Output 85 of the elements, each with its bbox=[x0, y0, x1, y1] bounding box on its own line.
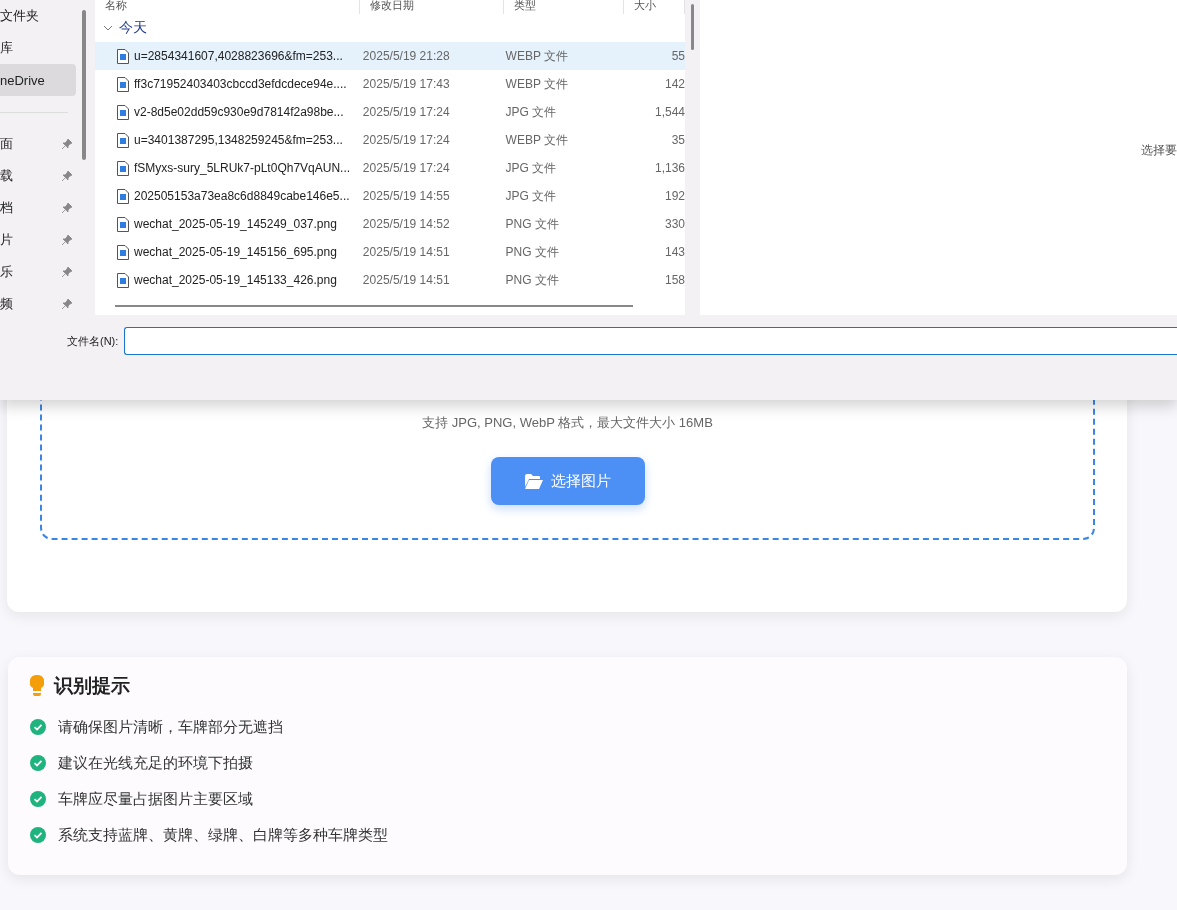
check-circle-icon bbox=[30, 755, 46, 771]
file-row[interactable]: v2-8d5e02dd59c930e9d7814f2a98be... 2025/5/19 17:24 JPG 文件 1,544 bbox=[95, 98, 685, 126]
file-type: WEBP 文件 bbox=[505, 47, 570, 65]
file-type: JPG 文件 bbox=[505, 187, 558, 205]
folder-icon bbox=[524, 473, 543, 489]
file-name: wechat_2025-05-19_145156_695.png bbox=[134, 245, 337, 259]
file-type: WEBP 文件 bbox=[505, 75, 570, 93]
filename-field[interactable] bbox=[124, 327, 1177, 355]
file-name: wechat_2025-05-19_145133_426.png bbox=[134, 273, 337, 287]
file-size: 158 bbox=[663, 273, 685, 287]
file-size: 35 bbox=[670, 133, 685, 147]
file-size: 330 bbox=[663, 217, 685, 231]
file-type: WEBP 文件 bbox=[505, 131, 570, 149]
column-header[interactable]: 修改日期 bbox=[360, 0, 504, 14]
check-circle-icon bbox=[30, 827, 46, 843]
tip-text: 系统支持蓝牌、黄牌、绿牌、白牌等多种车牌类型 bbox=[58, 825, 388, 845]
tips-title: 识别提示 bbox=[54, 674, 130, 698]
sidebar-item[interactable]: 片 bbox=[0, 224, 78, 256]
file-row[interactable]: u=2854341607,4028823696&fm=253... 2025/5/19 21:28 WEBP 文件 55 bbox=[95, 42, 685, 70]
format-hint: 支持 JPG, PNG, WebP 格式，最大文件大小 16MB bbox=[422, 414, 713, 432]
file-type: PNG 文件 bbox=[505, 271, 560, 289]
image-file-icon bbox=[117, 132, 129, 148]
image-file-icon bbox=[117, 272, 129, 288]
sidebar-item[interactable]: neDrive bbox=[0, 64, 76, 96]
file-name: u=2854341607,4028823696&fm=253... bbox=[134, 49, 343, 63]
scrollbar[interactable] bbox=[82, 10, 86, 160]
scrollbar[interactable] bbox=[691, 4, 694, 50]
file-row[interactable]: ff3c71952403403cbccd3efdcdece94e.... 2025/5/19 17:43 WEBP 文件 142 bbox=[95, 70, 685, 98]
file-date: 2025/5/19 17:43 bbox=[361, 77, 451, 91]
file-name: wechat_2025-05-19_145249_037.png bbox=[134, 217, 337, 231]
lightbulb-icon bbox=[30, 675, 44, 697]
file-size: 143 bbox=[663, 245, 685, 259]
file-date: 2025/5/19 17:24 bbox=[361, 161, 451, 175]
sidebar-item[interactable]: 库 bbox=[0, 32, 78, 64]
file-row[interactable]: u=3401387295,1348259245&fm=253... 2025/5/19 17:24 WEBP 文件 35 bbox=[95, 126, 685, 154]
file-type: PNG 文件 bbox=[505, 215, 560, 233]
file-type: JPG 文件 bbox=[505, 103, 558, 121]
sidebar-item[interactable]: 乐 bbox=[0, 256, 78, 288]
check-circle-icon bbox=[30, 719, 46, 735]
check-circle-icon bbox=[30, 791, 46, 807]
column-header[interactable]: 名称 bbox=[95, 0, 360, 14]
preview-hint: 选择要 bbox=[1141, 142, 1177, 159]
file-size: 1,544 bbox=[653, 105, 685, 119]
file-size: 142 bbox=[663, 77, 685, 91]
filename-label: 文件名(N): bbox=[67, 333, 119, 349]
file-size: 55 bbox=[670, 49, 685, 63]
group-header[interactable]: 今天 bbox=[95, 14, 685, 42]
tip-text: 车牌应尽量占据图片主要区域 bbox=[58, 789, 253, 809]
column-header[interactable]: 类型 bbox=[504, 0, 624, 14]
file-date: 2025/5/19 14:52 bbox=[361, 217, 451, 231]
file-name: ff3c71952403403cbccd3efdcdece94e.... bbox=[134, 77, 347, 91]
scrollbar[interactable] bbox=[115, 305, 633, 307]
file-type: JPG 文件 bbox=[505, 159, 558, 177]
file-date: 2025/5/19 17:24 bbox=[361, 105, 451, 119]
file-name: 202505153a73ea8c6d8849cabe146e5... bbox=[134, 189, 350, 203]
sidebar-item[interactable]: 面 bbox=[0, 128, 78, 160]
file-name: fSMyxs-sury_5LRUk7-pLt0Qh7VqAUN... bbox=[134, 161, 351, 175]
file-name: v2-8d5e02dd59c930e9d7814f2a98be... bbox=[134, 105, 344, 119]
file-date: 2025/5/19 14:51 bbox=[361, 273, 451, 287]
sidebar-item[interactable]: 档 bbox=[0, 192, 78, 224]
file-size: 192 bbox=[663, 189, 685, 203]
file-row[interactable]: wechat_2025-05-19_145133_426.png 2025/5/19 14:51 PNG 文件 158 bbox=[95, 266, 685, 294]
file-row[interactable]: wechat_2025-05-19_145249_037.png 2025/5/19 14:52 PNG 文件 330 bbox=[95, 210, 685, 238]
file-row[interactable]: wechat_2025-05-19_145156_695.png 2025/5/19 14:51 PNG 文件 143 bbox=[95, 238, 685, 266]
image-file-icon bbox=[117, 160, 129, 176]
file-date: 2025/5/19 17:24 bbox=[361, 133, 451, 147]
file-name: u=3401387295,1348259245&fm=253... bbox=[134, 133, 343, 147]
tip-text: 建议在光线充足的环境下拍摄 bbox=[58, 753, 253, 773]
file-size: 1,136 bbox=[653, 161, 685, 175]
image-file-icon bbox=[117, 104, 129, 120]
sidebar-item[interactable]: 载 bbox=[0, 160, 78, 192]
image-file-icon bbox=[117, 188, 129, 204]
file-date: 2025/5/19 14:51 bbox=[361, 245, 451, 259]
sidebar-item[interactable]: 文件夹 bbox=[0, 0, 78, 32]
tip-text: 请确保图片清晰，车牌部分无遮挡 bbox=[58, 717, 283, 737]
file-type: PNG 文件 bbox=[505, 243, 560, 261]
file-date: 2025/5/19 14:55 bbox=[361, 189, 451, 203]
image-file-icon bbox=[117, 76, 129, 92]
file-row[interactable]: 202505153a73ea8c6d8849cabe146e5... 2025/5/19 14:55 JPG 文件 192 bbox=[95, 182, 685, 210]
image-file-icon bbox=[117, 48, 129, 64]
image-file-icon bbox=[117, 244, 129, 260]
image-file-icon bbox=[117, 216, 129, 232]
file-row[interactable]: fSMyxs-sury_5LRUk7-pLt0Qh7VqAUN... 2025/5/19 17:24 JPG 文件 1,136 bbox=[95, 154, 685, 182]
file-date: 2025/5/19 21:28 bbox=[361, 49, 451, 63]
chevron-icon bbox=[103, 25, 113, 31]
